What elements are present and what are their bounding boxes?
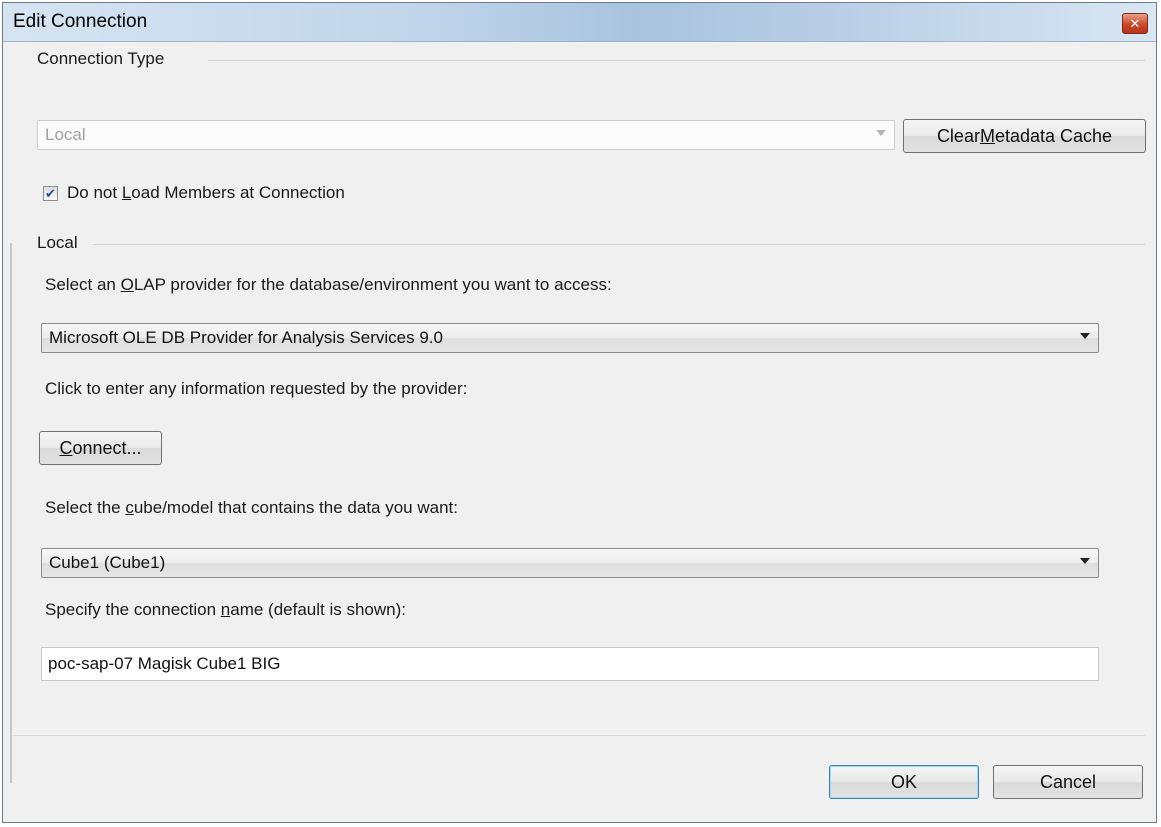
close-icon[interactable]: ✕ [1122,13,1148,34]
cube-select[interactable]: Cube1 (Cube1) [41,548,1099,578]
name-prompt-post: ame (default is shown): [230,600,406,619]
checkmark-icon: ✔ [45,186,56,201]
clear-metadata-cache-button[interactable]: Clear Metadata Cache [903,119,1146,153]
connection-type-group-line [208,60,1145,61]
connect-button[interactable]: Connect... [39,431,162,465]
name-prompt-pre: Specify the connection [45,600,221,619]
edit-connection-dialog: Edit Connection ✕ Connection Type Local … [2,2,1157,823]
cube-prompt-mnemonic: c [125,498,134,517]
connect-label-post: onnect... [72,437,142,458]
connection-type-group-label: Connection Type [37,49,165,68]
name-prompt: Specify the connection name (default is … [45,600,406,620]
olap-provider-select[interactable]: Microsoft OLE DB Provider for Analysis S… [41,323,1099,353]
do-not-load-label[interactable]: Do not Load Members at Connection [67,183,345,203]
dialog-title: Edit Connection [13,11,148,32]
do-not-load-label-pre: Do not [67,183,122,202]
do-not-load-label-post: oad Members at Connection [131,183,345,202]
olap-provider-value: Microsoft OLE DB Provider for Analysis S… [49,328,443,347]
cancel-label: Cancel [1039,771,1097,792]
left-edge-divider [10,243,12,783]
connection-type-value: Local [45,125,86,144]
clear-cache-label-mnemonic: M [979,125,995,146]
olap-prompt-mnemonic: O [120,275,134,294]
footer-separator [13,735,1145,736]
cancel-button[interactable]: Cancel [993,765,1143,799]
cube-prompt: Select the cube/model that contains the … [45,498,458,518]
ok-label: OK [890,771,917,792]
local-group-label: Local [37,233,78,252]
clear-cache-label-post: etadata Cache [994,125,1113,146]
olap-prompt: Select an OLAP provider for the database… [45,275,612,295]
cube-value: Cube1 (Cube1) [49,553,166,572]
connection-name-input[interactable]: poc-sap-07 Magisk Cube1 BIG [41,647,1099,681]
do-not-load-label-mnemonic: L [121,183,132,202]
local-group-line [93,244,1145,245]
title-bar: Edit Connection ✕ [3,3,1156,42]
olap-prompt-pre: Select an [45,275,121,294]
chevron-down-icon [1080,558,1090,564]
chevron-down-icon [876,130,886,136]
connection-name-value: poc-sap-07 Magisk Cube1 BIG [48,654,281,673]
olap-prompt-post: LAP provider for the database/environmen… [133,275,612,294]
connect-label-mnemonic: C [59,437,73,458]
click-prompt: Click to enter any information requested… [45,379,468,398]
clear-cache-label-pre: Clear [936,125,980,146]
cube-prompt-post: ube/model that contains the data you wan… [133,498,458,517]
do-not-load-checkbox[interactable]: ✔ [43,186,58,201]
chevron-down-icon [1080,333,1090,339]
name-prompt-mnemonic: n [220,600,231,619]
ok-button[interactable]: OK [829,765,979,799]
cube-prompt-pre: Select the [45,498,126,517]
connection-type-select[interactable]: Local [37,120,895,150]
